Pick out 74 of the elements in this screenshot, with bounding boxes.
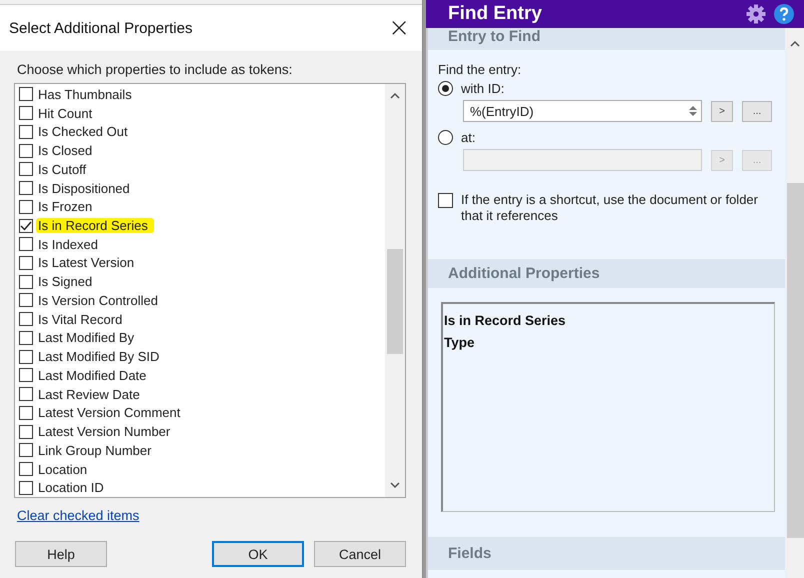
- section-header: Fields: [428, 537, 785, 570]
- property-label[interactable]: Is Checked Out: [36, 124, 134, 140]
- checkbox[interactable]: [19, 181, 33, 196]
- property-label[interactable]: Last Modified By SID: [36, 349, 166, 364]
- scroll-up-icon[interactable]: [390, 92, 400, 99]
- property-label[interactable]: Is Frozen: [36, 199, 98, 214]
- property-label[interactable]: Latest Version Comment: [36, 405, 186, 420]
- checkbox[interactable]: [19, 368, 33, 382]
- panel-title: Find Entry: [448, 3, 543, 25]
- property-label[interactable]: Is Vital Record: [36, 312, 128, 327]
- scrollbar[interactable]: [385, 84, 405, 497]
- property-label[interactable]: Is Cutoff: [36, 162, 92, 177]
- property-label[interactable]: Link Group Number: [36, 442, 158, 458]
- checkbox[interactable]: [19, 443, 33, 458]
- property-label[interactable]: Location ID: [36, 480, 110, 496]
- scroll-up-icon[interactable]: [790, 40, 800, 47]
- checkbox[interactable]: [19, 218, 33, 232]
- dialog-button[interactable]: Help: [15, 541, 107, 567]
- property-label[interactable]: Location: [36, 462, 94, 477]
- property-label[interactable]: Is Signed: [36, 274, 98, 290]
- checkbox[interactable]: [19, 106, 33, 120]
- checkbox[interactable]: [19, 312, 33, 326]
- checkbox-label[interactable]: If the entry is a shortcut, use the document or folder that it references: [461, 192, 775, 224]
- field-label: Find the entry:: [438, 62, 522, 77]
- checkbox[interactable]: [19, 200, 33, 214]
- arrow-button[interactable]: >: [711, 100, 733, 122]
- property-label[interactable]: Has Thumbnails: [36, 86, 138, 102]
- property-label[interactable]: Is Latest Version: [36, 255, 140, 270]
- clear-link[interactable]: Clear checked items: [17, 508, 140, 523]
- checkbox[interactable]: [19, 387, 33, 402]
- property-label[interactable]: Is Indexed: [36, 236, 104, 252]
- checkbox[interactable]: [19, 124, 33, 139]
- checkbox[interactable]: [19, 462, 33, 476]
- property-token: Type: [444, 335, 475, 350]
- checkbox[interactable]: [19, 87, 33, 102]
- dialog-button[interactable]: Cancel: [314, 541, 406, 567]
- checkbox[interactable]: [19, 350, 33, 364]
- window-title: Select Additional Properties: [9, 20, 192, 36]
- checkbox[interactable]: [19, 293, 33, 308]
- checkbox[interactable]: [19, 330, 33, 345]
- field-value[interactable]: %(EntryID): [468, 102, 685, 120]
- scroll-thumb[interactable]: [387, 249, 403, 354]
- close-button[interactable]: ×: [388, 15, 410, 41]
- checkbox[interactable]: [438, 193, 453, 208]
- property-label[interactable]: Last Modified Date: [36, 368, 152, 383]
- help-icon[interactable]: [774, 4, 794, 24]
- checkbox[interactable]: [19, 480, 33, 495]
- section-header: Entry to Find: [428, 28, 785, 50]
- property-label[interactable]: Is Dispositioned: [36, 180, 136, 196]
- property-label[interactable]: Is in Record Series: [36, 218, 154, 233]
- checkbox[interactable]: [19, 406, 33, 420]
- property-label[interactable]: Hit Count: [36, 106, 98, 121]
- checkbox[interactable]: [19, 237, 33, 252]
- checkbox[interactable]: [19, 424, 33, 439]
- property-token: Is in Record Series: [444, 313, 566, 328]
- checkbox[interactable]: [19, 274, 33, 289]
- radio-label[interactable]: with ID:: [461, 81, 504, 96]
- property-label[interactable]: Last Review Date: [36, 386, 146, 402]
- section-header: Additional Properties: [428, 259, 785, 288]
- instruction-text: Choose which properties to include as tokens:: [17, 62, 294, 77]
- settings-icon[interactable]: [746, 4, 766, 24]
- browse-button[interactable]: ...: [742, 100, 772, 122]
- radio-button[interactable]: [438, 81, 453, 96]
- property-label[interactable]: Is Version Controlled: [36, 292, 164, 308]
- scroll-down-icon[interactable]: [390, 482, 400, 489]
- checkbox[interactable]: [19, 162, 33, 176]
- dialog-button[interactable]: OK: [212, 541, 304, 567]
- property-label[interactable]: Is Closed: [36, 143, 98, 158]
- property-label[interactable]: Last Modified By: [36, 330, 140, 346]
- checkbox[interactable]: [19, 256, 33, 270]
- checkbox[interactable]: [19, 144, 33, 158]
- property-label[interactable]: Latest Version Number: [36, 424, 176, 440]
- scroll-thumb[interactable]: [787, 183, 804, 538]
- input-field[interactable]: %(EntryID): [463, 100, 702, 122]
